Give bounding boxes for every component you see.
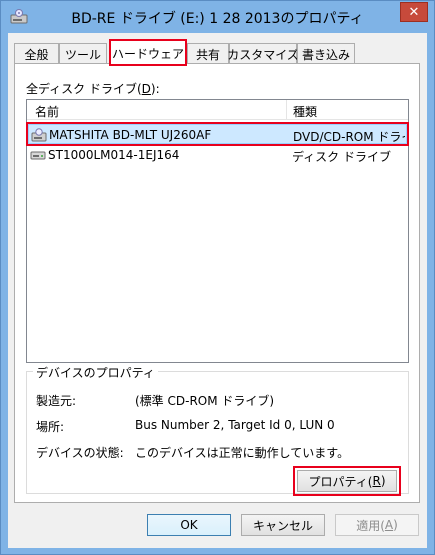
tab-tools[interactable]: ツール: [59, 43, 107, 64]
hard-disk-icon: [30, 148, 46, 162]
button-text: ): [393, 518, 398, 532]
drive-row-disk[interactable]: ST1000LM014-1EJ164 ディスク ドライブ: [28, 145, 407, 165]
drives-list[interactable]: 名前 種類 MATSHITA BD-MLT UJ260AF DVD/CD-ROM…: [26, 99, 409, 363]
dialog-client-area: 全般 ツール ハードウェア 共有 カスタマイズ 書き込み 全ディスク ドライブ(…: [8, 33, 427, 548]
button-text: 適用(: [356, 518, 385, 533]
label-text: ):: [150, 82, 160, 96]
column-divider[interactable]: [286, 100, 287, 120]
device-properties-group: デバイスのプロパティ 製造元: (標準 CD-ROM ドライブ) 場所: Bus…: [26, 364, 409, 496]
tab-customize[interactable]: カスタマイズ: [227, 43, 299, 64]
button-text: キャンセル: [252, 518, 313, 533]
tab-hardware[interactable]: ハードウェア: [109, 39, 187, 66]
tab-label: 全般: [24, 47, 49, 62]
drive-name: MATSHITA BD-MLT UJ260AF: [49, 128, 212, 142]
location-label: 場所:: [36, 420, 65, 434]
tab-strip: 全般 ツール ハードウェア 共有 カスタマイズ 書き込み: [14, 39, 424, 66]
window-title: BD-RE ドライブ (E:) 1 28 2013のプロパティ: [71, 11, 364, 27]
hardware-tab-panel: 全ディスク ドライブ(D): 名前 種類 MATSHITA BD-MLT UJ2…: [14, 63, 420, 503]
close-icon: ✕: [408, 4, 420, 20]
all-drives-label: 全ディスク ドライブ(D):: [26, 80, 160, 97]
ok-button[interactable]: OK: [147, 514, 231, 536]
tab-label: 共有: [195, 47, 220, 62]
access-key: D: [141, 82, 151, 96]
list-header: 名前 種類: [27, 100, 408, 120]
tab-label: ハードウェア: [111, 46, 184, 61]
button-text: OK: [180, 518, 198, 532]
manufacturer-value: (標準 CD-ROM ドライブ): [135, 394, 275, 408]
drive-type: DVD/CD-ROM ドライブ: [293, 130, 405, 144]
status-label: デバイスの状態:: [36, 446, 124, 460]
properties-window: BD-RE ドライブ (E:) 1 28 2013のプロパティ ✕ 全般 ツール…: [0, 0, 435, 555]
button-text: プロパティ(: [308, 474, 373, 489]
group-title: デバイスのプロパティ: [33, 364, 158, 381]
tab-label: ツール: [64, 47, 101, 62]
access-key: R: [372, 474, 381, 488]
manufacturer-label: 製造元:: [36, 394, 77, 408]
location-value: Bus Number 2, Target Id 0, LUN 0: [135, 418, 335, 432]
tab-sharing[interactable]: 共有: [187, 43, 229, 64]
drive-name: ST1000LM014-1EJ164: [48, 148, 180, 162]
drive-type: ディスク ドライブ: [292, 150, 391, 164]
label-text: 全ディスク ドライブ(: [26, 82, 142, 96]
column-header-type[interactable]: 種類: [293, 103, 317, 120]
button-text: ): [380, 474, 386, 488]
title-bar[interactable]: BD-RE ドライブ (E:) 1 28 2013のプロパティ ✕: [1, 1, 434, 33]
column-header-name[interactable]: 名前: [35, 103, 59, 120]
tab-general[interactable]: 全般: [14, 43, 59, 64]
access-key: A: [384, 518, 394, 532]
drive-row-optical[interactable]: MATSHITA BD-MLT UJ260AF DVD/CD-ROM ドライブ: [26, 122, 409, 146]
tab-label: 書き込み: [301, 47, 350, 62]
apply-button[interactable]: 適用(A): [335, 514, 419, 536]
optical-drive-icon: [31, 128, 47, 142]
tab-label: カスタマイズ: [227, 47, 299, 62]
close-button[interactable]: ✕: [400, 2, 428, 22]
status-value: このデバイスは正常に動作しています。: [135, 446, 350, 460]
tab-recording[interactable]: 書き込み: [297, 43, 355, 64]
cancel-button[interactable]: キャンセル: [241, 514, 325, 536]
properties-button[interactable]: プロパティ(R): [293, 466, 401, 496]
